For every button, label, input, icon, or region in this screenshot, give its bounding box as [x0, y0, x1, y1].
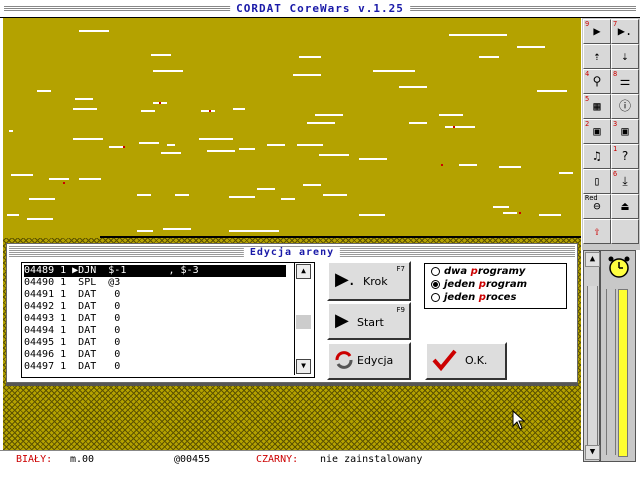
refresh-icon — [335, 351, 353, 369]
step-icon[interactable]: 7 ▶. — [611, 19, 639, 44]
eject-icon[interactable]: ⏏ — [611, 194, 639, 219]
step-button[interactable]: F7 ▶. Krok — [327, 261, 411, 301]
white-player-value: m.00 — [70, 454, 95, 465]
play-icon: ▶ — [335, 310, 349, 331]
radio-button[interactable] — [431, 292, 440, 302]
radio-one-process[interactable]: jeden proces — [431, 292, 516, 303]
title-bar: CORDAT CoreWars v.1.25 — [0, 0, 640, 18]
start-button[interactable]: F9 ▶ Start — [327, 302, 411, 340]
radio-button-selected[interactable] — [431, 279, 440, 289]
arrow-up-icon[interactable]: ⇡ — [583, 44, 611, 69]
dialog-title: Edycja areny — [243, 247, 341, 258]
dialog-title-bar: Edycja areny — [9, 246, 575, 258]
code-scroll-down-icon[interactable]: ▼ — [296, 359, 311, 374]
scroll-track[interactable] — [587, 286, 598, 446]
check-icon — [432, 349, 457, 372]
radio-one-program[interactable]: jeden program — [431, 279, 527, 290]
scroll-up-icon[interactable]: ▲ — [585, 252, 600, 267]
upload-icon[interactable]: ⇪ — [583, 219, 611, 244]
disk-icon[interactable]: 3 ▣ — [611, 119, 639, 144]
core-arena[interactable] — [3, 18, 581, 240]
speed-meter — [600, 250, 636, 462]
car-icon[interactable]: Red ⊖ — [583, 194, 611, 219]
current-address: @00455 — [174, 454, 211, 465]
code-row[interactable]: 04493 1 DAT 0 — [24, 313, 286, 325]
download-icon[interactable]: 6 ⤓ — [611, 169, 639, 194]
arena-edit-dialog: Edycja areny 04489 1 ▶DJN $-1 , $-3 0449… — [6, 243, 578, 383]
code-scrollbar[interactable]: ▲ ▼ — [294, 263, 312, 375]
code-row[interactable]: 04490 1 SPL @3 — [24, 277, 286, 289]
mouse-pointer-icon — [512, 410, 526, 430]
magnifier-icon[interactable]: 4 ⚲ — [583, 69, 611, 94]
code-row[interactable]: 04496 1 DAT 0 — [24, 349, 286, 361]
broom-icon[interactable]: 8 ⚌ — [611, 69, 639, 94]
code-row[interactable]: 04492 1 DAT 0 — [24, 301, 286, 313]
code-scroll-up-icon[interactable]: ▲ — [296, 264, 311, 279]
black-player-value: nie zainstalowany — [320, 454, 423, 465]
radio-two-programs[interactable]: dwa programy — [431, 266, 525, 277]
scroll-down-icon[interactable]: ▼ — [585, 445, 600, 460]
code-row[interactable]: 04489 1 ▶DJN $-1 , $-3 — [24, 265, 286, 277]
code-row[interactable]: 04491 1 DAT 0 — [24, 289, 286, 301]
radio-button[interactable] — [431, 266, 440, 276]
empty-slot — [611, 219, 639, 244]
edit-button[interactable]: Edycja — [327, 342, 411, 380]
status-bar: BIAŁY: m.00 @00455 CZARNY: nie zainstalo… — [0, 450, 583, 468]
play-icon[interactable]: 9 ▶ — [583, 19, 611, 44]
black-player-label: CZARNY: — [256, 454, 299, 465]
code-row[interactable]: 04495 1 DAT 0 — [24, 337, 286, 349]
code-listing[interactable]: 04489 1 ▶DJN $-1 , $-3 04490 1 SPL @3 04… — [21, 262, 315, 378]
music-icon[interactable]: ♫ — [583, 144, 611, 169]
dialog-shadow — [6, 383, 578, 386]
disk-icon[interactable]: 2 ▣ — [583, 119, 611, 144]
window-title: CORDAT CoreWars v.1.25 — [230, 2, 410, 15]
meter-level — [618, 289, 628, 457]
ok-button[interactable]: O.K. — [425, 342, 507, 380]
trash-icon[interactable]: ▯ — [583, 169, 611, 194]
info-icon[interactable]: ⓘ — [611, 94, 639, 119]
vertical-scrollbar[interactable]: ▲ ▼ — [583, 250, 600, 462]
tool-panel: 9 ▶ 7 ▶. ⇡ ⇣ 4 ⚲ 8 ⚌ 5 ▦ ⓘ 2 ▣ 3 ▣ ♫ 1? ▯ 6 ⤓ Re… — [582, 18, 640, 250]
step-dot-icon: ▶. — [335, 269, 355, 290]
calculator-icon[interactable]: 5 ▦ — [583, 94, 611, 119]
arrow-down-icon[interactable]: ⇣ — [611, 44, 639, 69]
alarm-clock-icon[interactable] — [607, 255, 631, 279]
code-row[interactable]: 04497 1 DAT 0 — [24, 361, 286, 373]
white-player-label: BIAŁY: — [16, 454, 53, 465]
help-icon[interactable]: 1? — [611, 144, 639, 169]
code-scroll-thumb[interactable] — [296, 315, 311, 329]
mode-radio-group: dwa programy jeden program jeden proces — [424, 263, 567, 309]
meter-track — [606, 289, 616, 455]
code-row[interactable]: 04494 1 DAT 0 — [24, 325, 286, 337]
